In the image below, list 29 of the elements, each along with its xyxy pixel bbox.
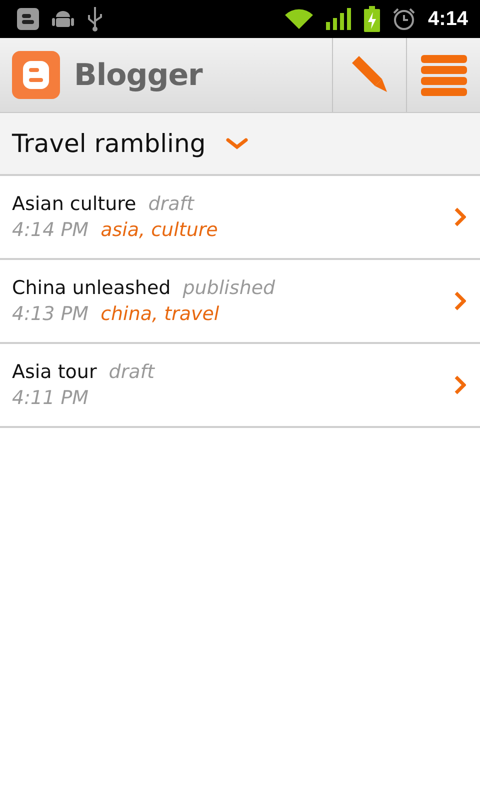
post-labels: asia, culture [100,219,218,241]
post-time: 4:14 PM [12,219,89,241]
alarm-icon [392,7,416,31]
post-row[interactable]: Asia tour draft 4:11 PM [0,344,480,428]
signal-icon [326,8,352,30]
post-row[interactable]: Asian culture draft 4:14 PM asia, culture [0,176,480,260]
usb-icon [86,6,104,32]
battery-charging-icon [364,6,380,32]
chevron-right-icon [454,375,466,395]
post-title: Asian culture [12,193,136,215]
post-time: 4:11 PM [12,387,89,409]
dropdown-chevron-icon [226,138,248,150]
chevron-right-icon [454,291,466,311]
post-status: draft [148,193,194,215]
menu-icon [420,53,466,97]
chevron-right-icon [454,207,466,227]
post-status: published [182,277,276,299]
post-time: 4:13 PM [12,303,89,325]
post-title: China unleashed [12,277,171,299]
blogger-notification-icon [16,7,40,31]
post-status: draft [108,361,154,383]
blogger-logo-icon [12,51,60,99]
post-title: Asia tour [12,361,97,383]
app-title: Blogger [74,58,202,92]
blog-selector[interactable]: Travel rambling [0,113,480,176]
wifi-icon [284,8,314,30]
post-row[interactable]: China unleashed published 4:13 PM china, travel [0,260,480,344]
clock-time: 4:14 [428,8,468,30]
post-labels: china, travel [100,303,220,325]
